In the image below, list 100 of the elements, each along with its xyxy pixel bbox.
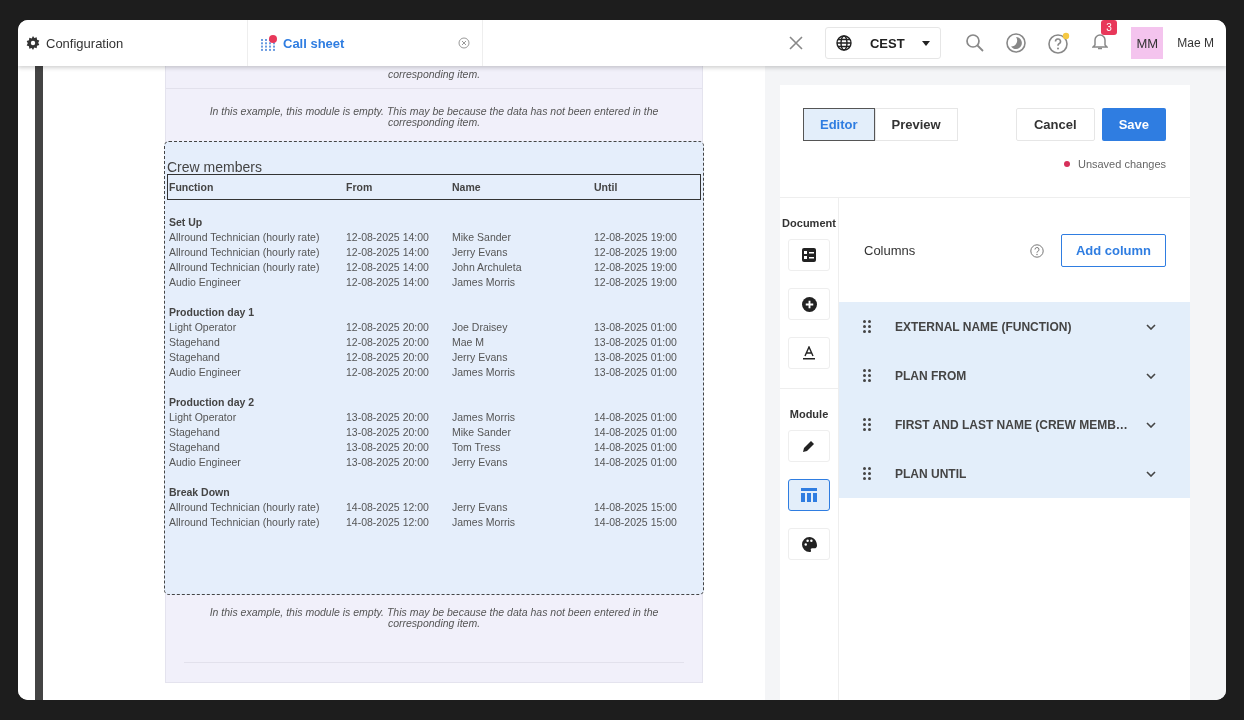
table-cell-text: 12-08-2025 19:00	[594, 275, 678, 290]
search-icon[interactable]	[966, 34, 985, 52]
theme-icon[interactable]	[1006, 33, 1027, 53]
table-cell-text: Allround Technician (hourly rate)	[169, 245, 321, 260]
empty-module-note: In this example, this module is empty. This may be because the data has not been entered in the corresponding item.	[208, 607, 660, 629]
table-cell-text: 13-08-2025 01:00	[594, 350, 678, 365]
column-item[interactable]: EXTERNAL NAME (FUNCTION)	[839, 302, 1190, 351]
table-cell-text: James Morris	[452, 410, 516, 425]
table-cell-text: 14-08-2025 01:00	[594, 440, 678, 455]
mode-tab[interactable]: Preview	[874, 108, 958, 141]
user-name: Mae M	[1177, 36, 1214, 50]
table-cell-text: 14-08-2025 12:00	[346, 515, 430, 530]
chevron-icon[interactable]	[1146, 323, 1156, 330]
status-dot	[1063, 161, 1070, 167]
grid-icon	[260, 34, 277, 52]
help-icon[interactable]	[1029, 243, 1044, 258]
group-heading: Production day 1	[168, 305, 256, 320]
column-item[interactable]: PLAN FROM	[839, 351, 1190, 400]
table-cell-text: 14-08-2025 12:00	[346, 500, 430, 515]
drag-handle-icon[interactable]	[863, 369, 871, 382]
notification-badge: 3	[1101, 20, 1117, 35]
column-item[interactable]: PLAN UNTIL	[839, 449, 1190, 498]
drag-handle-icon[interactable]	[863, 467, 871, 480]
table-cell-text: 13-08-2025 20:00	[346, 410, 430, 425]
table-cell-text: 12-08-2025 19:00	[594, 230, 678, 245]
table-cell-text: Mike Sander	[452, 230, 512, 245]
table-cell-text: 12-08-2025 14:00	[346, 275, 430, 290]
column-header: Function	[169, 181, 215, 193]
save-button[interactable]: Save	[1101, 108, 1166, 141]
close-icon[interactable]	[789, 36, 804, 50]
table-cell-text: James Morris	[452, 275, 516, 290]
text-format-icon	[803, 346, 815, 360]
table-cell-text: Allround Technician (hourly rate)	[169, 230, 321, 245]
section-label: Module	[789, 408, 829, 420]
table-cell-text: 14-08-2025 15:00	[594, 515, 678, 530]
table-cell-text: 13-08-2025 01:00	[594, 335, 678, 350]
selected-module[interactable]	[164, 141, 704, 595]
table-cell-text: 14-08-2025 01:00	[594, 455, 678, 470]
settings-icon	[26, 36, 40, 50]
table-cell-text: Mike Sander	[452, 425, 512, 440]
table-cell-text: Stagehand	[169, 350, 221, 365]
status-text: Unsaved changes	[1077, 158, 1166, 170]
caret-icon	[922, 40, 931, 46]
table-cell-text: 14-08-2025 01:00	[594, 425, 678, 440]
table-cell-text: Light Operator	[169, 320, 238, 335]
table-cell-text: 12-08-2025 20:00	[346, 335, 430, 350]
table-cell-text: 12-08-2025 14:00	[346, 260, 430, 275]
table-cell-text: 13-08-2025 20:00	[346, 425, 430, 440]
list-icon	[802, 248, 816, 262]
chevron-icon[interactable]	[1146, 470, 1156, 477]
table-cell-text: 13-08-2025 01:00	[594, 320, 678, 335]
drag-handle-icon[interactable]	[863, 320, 871, 333]
table-cell-text: 12-08-2025 19:00	[594, 260, 678, 275]
table-cell-text: Allround Technician (hourly rate)	[169, 500, 321, 515]
empty-module-note: corresponding item.	[166, 69, 702, 89]
table-cell-text: Jerry Evans	[452, 500, 509, 515]
table-cell-text: 13-08-2025 20:00	[346, 455, 430, 470]
table-cell-text: 14-08-2025 01:00	[594, 410, 678, 425]
table-cell-text: Tom Tress	[452, 440, 502, 455]
cancel-button[interactable]: Cancel	[1016, 108, 1095, 141]
columns-title: Columns	[864, 243, 917, 258]
table-cell-text: Allround Technician (hourly rate)	[169, 515, 321, 530]
table-cell-text: 12-08-2025 19:00	[594, 245, 678, 260]
table-cell-text: Stagehand	[169, 440, 221, 455]
column-item[interactable]: FIRST AND LAST NAME (CREW MEMB…	[839, 400, 1190, 449]
module-title: Crew members	[167, 160, 263, 174]
table-cell-text: 14-08-2025 15:00	[594, 500, 678, 515]
group-heading: Break Down	[168, 485, 231, 500]
timezone-dropdown[interactable]: CEST	[825, 27, 942, 59]
table-cell-text: Allround Technician (hourly rate)	[169, 260, 321, 275]
bell-icon[interactable]	[1092, 32, 1109, 50]
table-cell-text: Stagehand	[169, 335, 221, 350]
drag-handle-icon[interactable]	[863, 418, 871, 431]
section-label: Document	[782, 217, 836, 229]
table-icon	[801, 488, 817, 502]
help-icon[interactable]	[1048, 32, 1071, 54]
table-cell-text: Audio Engineer	[169, 365, 242, 380]
palette-icon	[801, 536, 817, 552]
close-icon[interactable]	[458, 37, 470, 49]
table-cell-text: 12-08-2025 20:00	[346, 320, 430, 335]
table-cell-text: Jerry Evans	[452, 455, 509, 470]
group-heading: Set Up	[168, 215, 204, 230]
table-cell-text: 12-08-2025 20:00	[346, 350, 430, 365]
globe-icon	[836, 35, 853, 51]
chevron-icon[interactable]	[1146, 421, 1156, 428]
table-cell-text: 13-08-2025 01:00	[594, 365, 678, 380]
table-cell-text: John Archuleta	[452, 260, 523, 275]
user-avatar[interactable]: MM	[1131, 27, 1164, 59]
add-column-button[interactable]: Add column	[1060, 234, 1166, 267]
table-cell-text: James Morris	[452, 365, 516, 380]
table-cell-text: 12-08-2025 14:00	[346, 245, 430, 260]
table-cell-text: Joe Draisey	[452, 320, 509, 335]
table-cell-text: Audio Engineer	[169, 455, 242, 470]
table-cell-text: 12-08-2025 20:00	[346, 365, 430, 380]
table-cell-text: Stagehand	[169, 425, 221, 440]
table-cell-text: James Morris	[452, 515, 516, 530]
column-header: Until	[594, 181, 619, 193]
chevron-icon[interactable]	[1146, 372, 1156, 379]
table-cell-text: Mae M	[452, 335, 486, 350]
column-header: Name	[452, 181, 482, 193]
